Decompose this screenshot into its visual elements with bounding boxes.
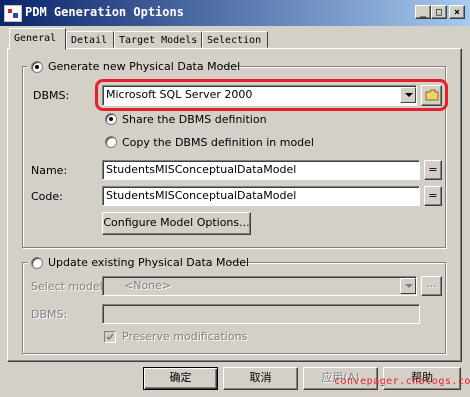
select-model-dropdown-button[interactable]	[400, 278, 416, 294]
name-input[interactable]: StudentsMISConceptualDataModel	[102, 160, 420, 180]
share-dbms-label: Share the DBMS definition	[122, 113, 267, 126]
ok-button[interactable]: 确定	[143, 367, 218, 390]
title-bar[interactable]: PDM Generation Options _ □ ×	[0, 0, 470, 26]
close-button[interactable]: ×	[449, 5, 465, 19]
maximize-button[interactable]: □	[431, 5, 447, 19]
checkmark-icon	[106, 333, 114, 341]
select-model-browse-button[interactable]: ...	[421, 276, 442, 296]
pdm-app-icon	[4, 5, 22, 22]
share-dbms-radio[interactable]	[105, 113, 117, 125]
tab-target-models[interactable]: Target Models	[114, 31, 202, 48]
dbms-highlight-annotation	[95, 79, 448, 111]
update-dbms-field	[102, 304, 420, 324]
update-existing-label: Update existing Physical Data Model	[48, 256, 250, 269]
copy-dbms-label: Copy the DBMS definition in model	[122, 136, 314, 149]
code-equals-button[interactable]: =	[424, 186, 442, 206]
copy-dbms-radio[interactable]	[105, 136, 117, 148]
name-label: Name:	[31, 164, 68, 177]
update-existing-radio[interactable]	[31, 257, 43, 269]
select-model-combobox[interactable]: <None>	[102, 276, 417, 296]
dbms-label: DBMS:	[33, 89, 70, 102]
select-model-value: <None>	[124, 279, 172, 292]
name-equals-button[interactable]: =	[424, 160, 442, 180]
cancel-button[interactable]: 取消	[223, 367, 298, 390]
tab-general[interactable]: General	[9, 28, 66, 50]
watermark-text: convepager.cnblogs.com	[334, 376, 470, 387]
generate-new-label: Generate new Physical Data Model	[48, 60, 241, 73]
tab-detail[interactable]: Detail	[66, 31, 114, 48]
window-title: PDM Generation Options	[25, 5, 184, 19]
preserve-modifications-checkbox[interactable]	[104, 331, 116, 343]
generate-new-radio[interactable]	[31, 61, 43, 73]
minimize-button[interactable]: _	[415, 5, 431, 19]
configure-model-options-button[interactable]: Configure Model Options...	[102, 212, 251, 235]
preserve-modifications-label: Preserve modifications	[122, 330, 248, 343]
code-input[interactable]: StudentsMISConceptualDataModel	[102, 186, 420, 206]
update-dbms-label: DBMS:	[31, 308, 68, 321]
tab-selection[interactable]: Selection	[202, 31, 268, 48]
code-label: Code:	[31, 190, 63, 203]
select-model-label: Select model:	[31, 280, 107, 293]
